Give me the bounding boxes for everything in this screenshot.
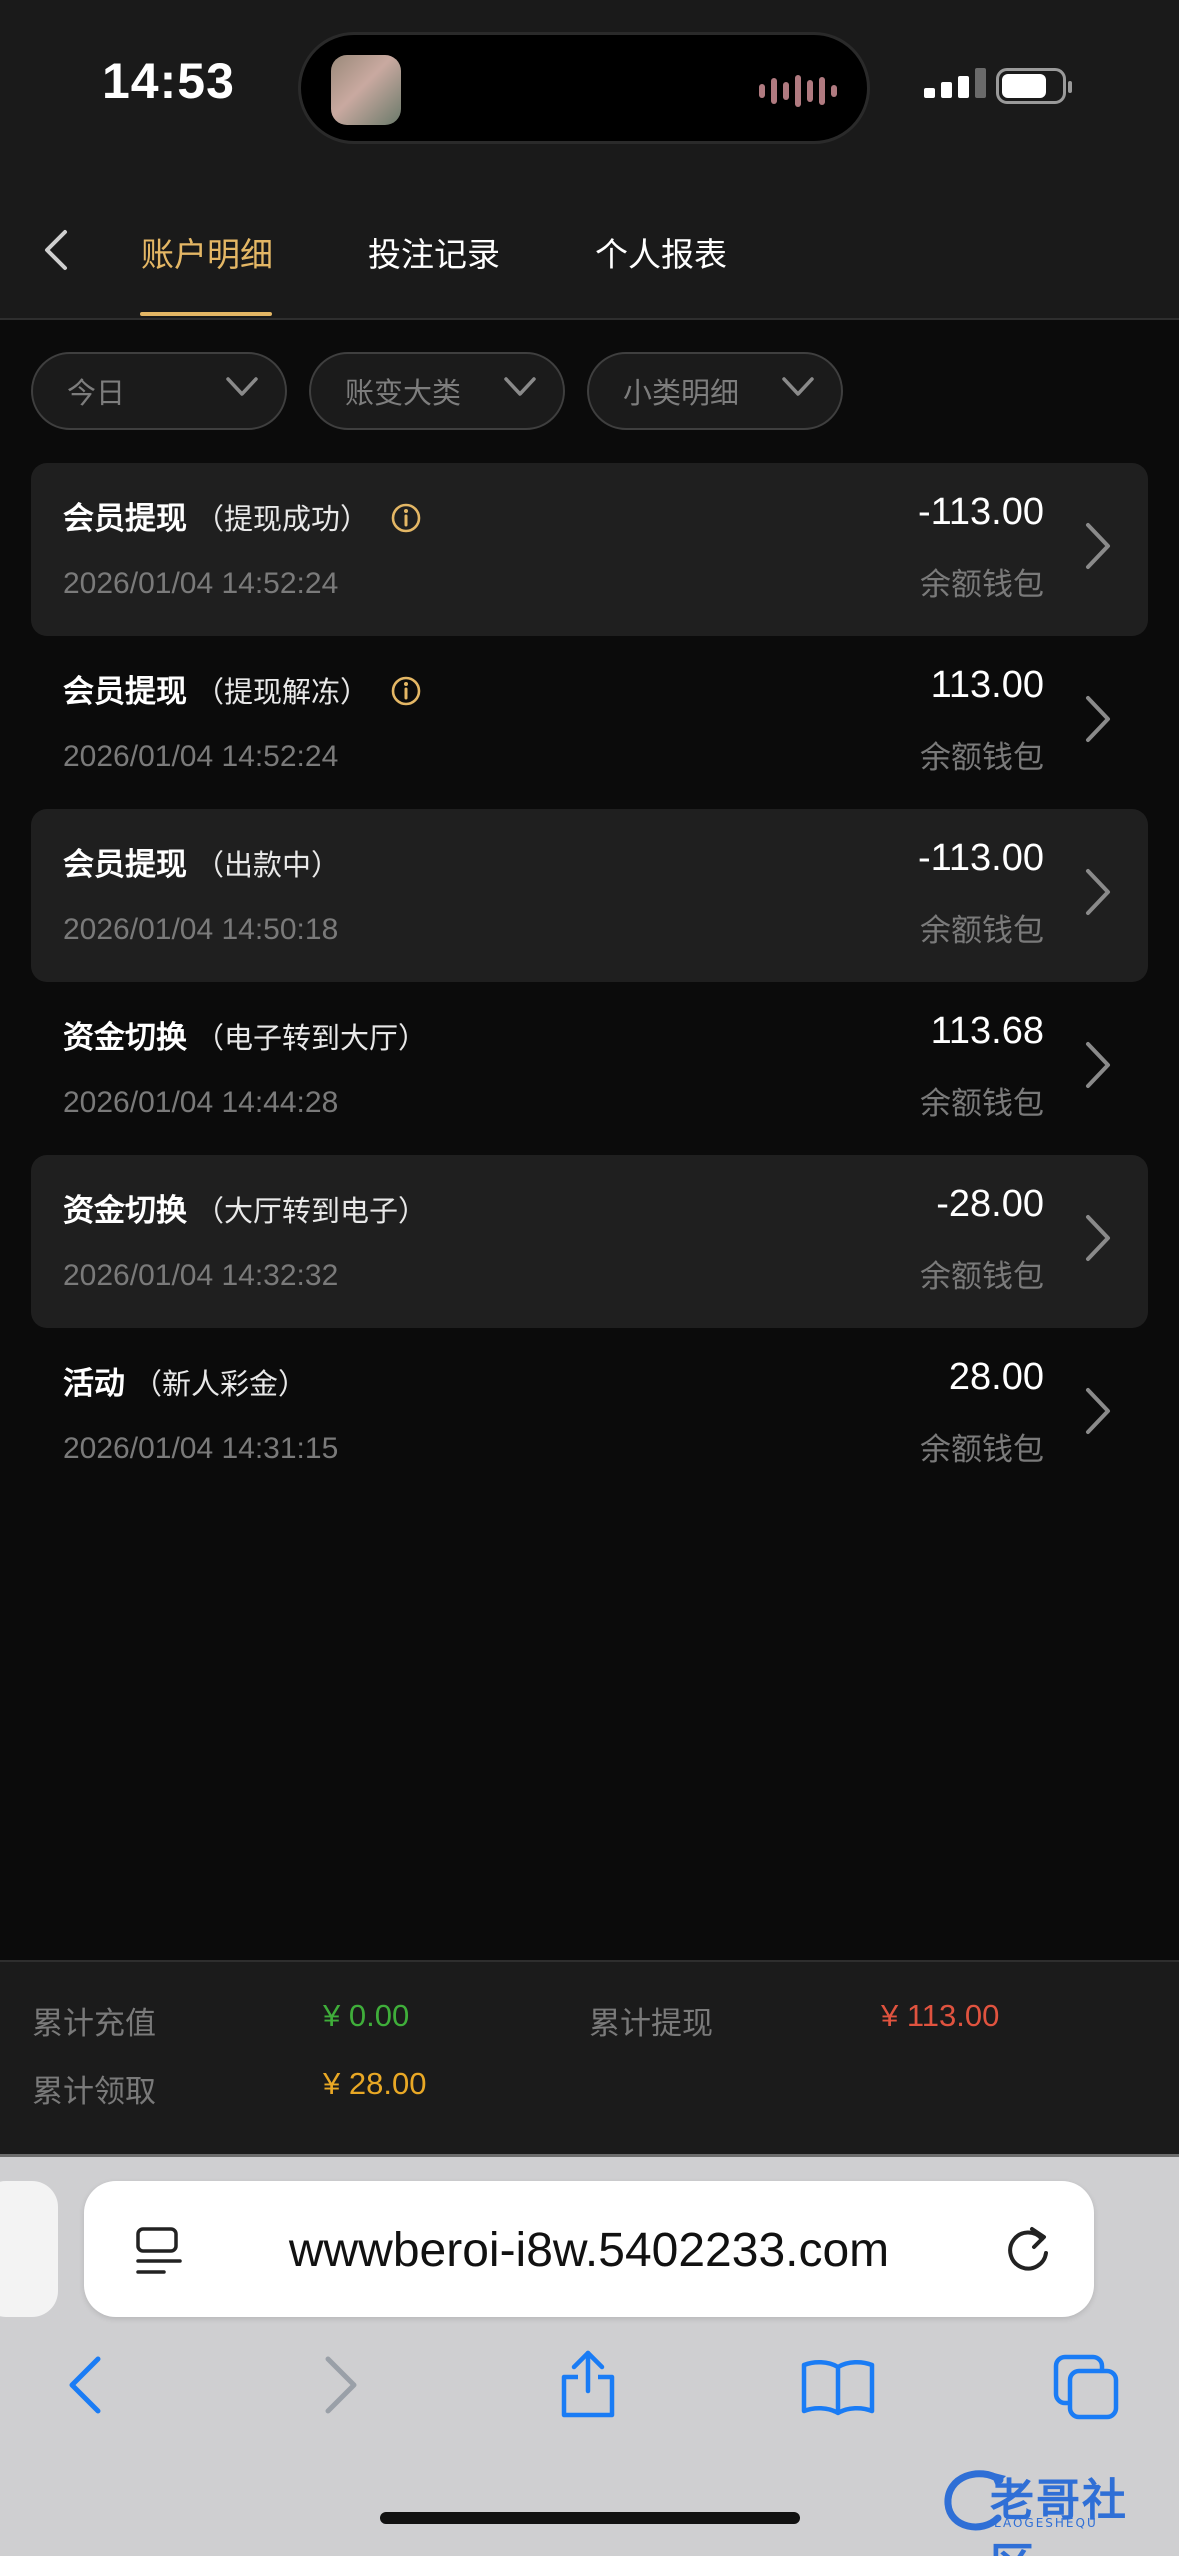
transaction-title-line: 资金切换 （大厅转到电子） [63,1185,427,1230]
filter-label: 今日 [67,376,126,410]
transaction-amount: 113.68 [930,1010,1044,1052]
transaction-wallet: 余额钱包 [920,1432,1044,1468]
filter-category-dropdown[interactable]: 账变大类 [309,352,565,430]
chevron-left-icon [45,230,67,270]
url-text: wwwberoi-i8w.5402233.com [288,2224,890,2277]
total-recharge-value: ¥ 0.00 [323,1998,410,2033]
transaction-status: （出款中） [195,848,341,882]
transaction-amount: -28.00 [936,1183,1044,1225]
back-icon[interactable] [64,2353,104,2417]
chevron-right-icon [1086,523,1110,569]
transaction-status: （大厅转到电子） [195,1194,428,1228]
transaction-row[interactable]: 资金切换 （大厅转到电子） 2026/01/04 14:32:32 -28.00 … [31,1155,1148,1328]
transaction-type: 会员提现 [63,847,187,883]
transaction-wallet: 余额钱包 [920,1086,1044,1122]
watermark-logo: 老哥社区 LAOGESHEQU [940,2460,1170,2556]
transaction-type: 会员提现 [63,674,187,710]
previous-tab-preview[interactable] [0,2181,58,2317]
filter-label: 小类明细 [623,376,740,410]
tab-personal-report[interactable]: 个人报表 [595,228,727,276]
transaction-date: 2026/01/04 14:50:18 [63,913,339,946]
info-icon[interactable] [390,675,422,707]
audio-waveform-icon [759,73,837,109]
transaction-date: 2026/01/04 14:31:15 [63,1432,339,1465]
chevron-right-icon [1086,696,1110,742]
total-withdraw-value: ¥ 113.00 [881,1998,1000,2033]
transaction-row[interactable]: 会员提现 （提现解冻） 2026/01/04 14:52:24 113.00 余额… [31,636,1148,809]
transaction-status: （提现解冻） [195,675,370,709]
tabs-icon[interactable] [1052,2353,1122,2421]
address-bar[interactable]: wwwberoi-i8w.5402233.com [84,2181,1094,2317]
active-tab-indicator [140,312,272,316]
transaction-row[interactable]: 活动 （新人彩金） 2026/01/04 14:31:15 28.00 余额钱包 [31,1328,1148,1501]
transaction-amount: -113.00 [917,491,1044,533]
transaction-amount: 28.00 [948,1356,1044,1398]
transaction-title-line: 资金切换 （电子转到大厅） [63,1012,427,1057]
filter-bar: 今日 账变大类 小类明细 [0,352,1179,432]
transaction-wallet: 余额钱包 [920,567,1044,603]
transaction-title-line: 会员提现 （提现解冻） [63,666,422,711]
transaction-type: 会员提现 [63,501,187,537]
chevron-down-icon [226,377,258,396]
transaction-title-line: 会员提现 （提现成功） [63,493,422,538]
share-icon[interactable] [556,2345,620,2421]
status-bar: 14:53 [0,0,1179,180]
total-claimed-label: 累计领取 [32,2074,156,2110]
header: 账户明细 投注记录 个人报表 [0,180,1179,320]
watermark-subtext: LAOGESHEQU [994,2516,1098,2530]
reload-icon[interactable] [1002,2221,1054,2277]
transaction-row[interactable]: 资金切换 （电子转到大厅） 2026/01/04 14:44:28 113.68 … [31,982,1148,1155]
forward-icon[interactable] [322,2353,362,2417]
chevron-right-icon [1086,869,1110,915]
transaction-wallet: 余额钱包 [920,1259,1044,1295]
transaction-type: 资金切换 [63,1020,187,1056]
transaction-title-line: 会员提现 （出款中） [63,839,340,884]
transaction-status: （电子转到大厅） [195,1021,428,1055]
bookmarks-icon[interactable] [800,2357,876,2417]
back-button[interactable] [30,222,80,278]
filter-date-dropdown[interactable]: 今日 [31,352,287,430]
transaction-amount: 113.00 [930,664,1044,706]
transaction-date: 2026/01/04 14:52:24 [63,567,339,600]
chevron-right-icon [1086,1388,1110,1434]
status-time: 14:53 [102,53,235,109]
transaction-title-line: 活动 （新人彩金） [63,1358,307,1403]
total-claimed-value: ¥ 28.00 [323,2066,427,2101]
filter-subcategory-dropdown[interactable]: 小类明细 [587,352,843,430]
total-recharge-label: 累计充值 [32,2006,156,2042]
watermark-text: 老哥社区 [990,2475,1128,2556]
transaction-wallet: 余额钱包 [920,913,1044,949]
summary-panel: 累计充值 ¥ 0.00 累计提现 ¥ 113.00 累计领取 ¥ 28.00 [0,1960,1179,2154]
transaction-type: 资金切换 [63,1193,187,1229]
transaction-list: 会员提现 （提现成功） 2026/01/04 14:52:24 -113.00 余… [31,463,1148,1501]
tab-account-details[interactable]: 账户明细 [141,228,273,276]
transaction-date: 2026/01/04 14:32:32 [63,1259,339,1292]
chevron-right-icon [1086,1215,1110,1261]
transaction-status: （提现成功） [195,502,370,536]
transaction-date: 2026/01/04 14:52:24 [63,740,339,773]
transaction-row[interactable]: 会员提现 （提现成功） 2026/01/04 14:52:24 -113.00 余… [31,463,1148,636]
info-icon[interactable] [390,502,422,534]
now-playing-thumbnail[interactable] [331,55,401,125]
cellular-signal-icon [924,68,986,98]
battery-icon [996,68,1072,104]
transaction-status: （新人彩金） [133,1367,308,1401]
transaction-type: 活动 [63,1366,125,1402]
chevron-right-icon [1086,1042,1110,1088]
transaction-date: 2026/01/04 14:44:28 [63,1086,339,1119]
transaction-row[interactable]: 会员提现 （出款中） 2026/01/04 14:50:18 -113.00 余额… [31,809,1148,982]
chevron-down-icon [504,377,536,396]
filter-label: 账变大类 [345,376,462,410]
chevron-down-icon [782,377,814,396]
transaction-wallet: 余额钱包 [920,740,1044,776]
total-withdraw-label: 累计提现 [589,2006,713,2042]
tab-bet-records[interactable]: 投注记录 [368,228,500,276]
dynamic-island[interactable] [298,32,870,144]
transaction-amount: -113.00 [917,837,1044,879]
home-indicator[interactable] [380,2512,800,2524]
